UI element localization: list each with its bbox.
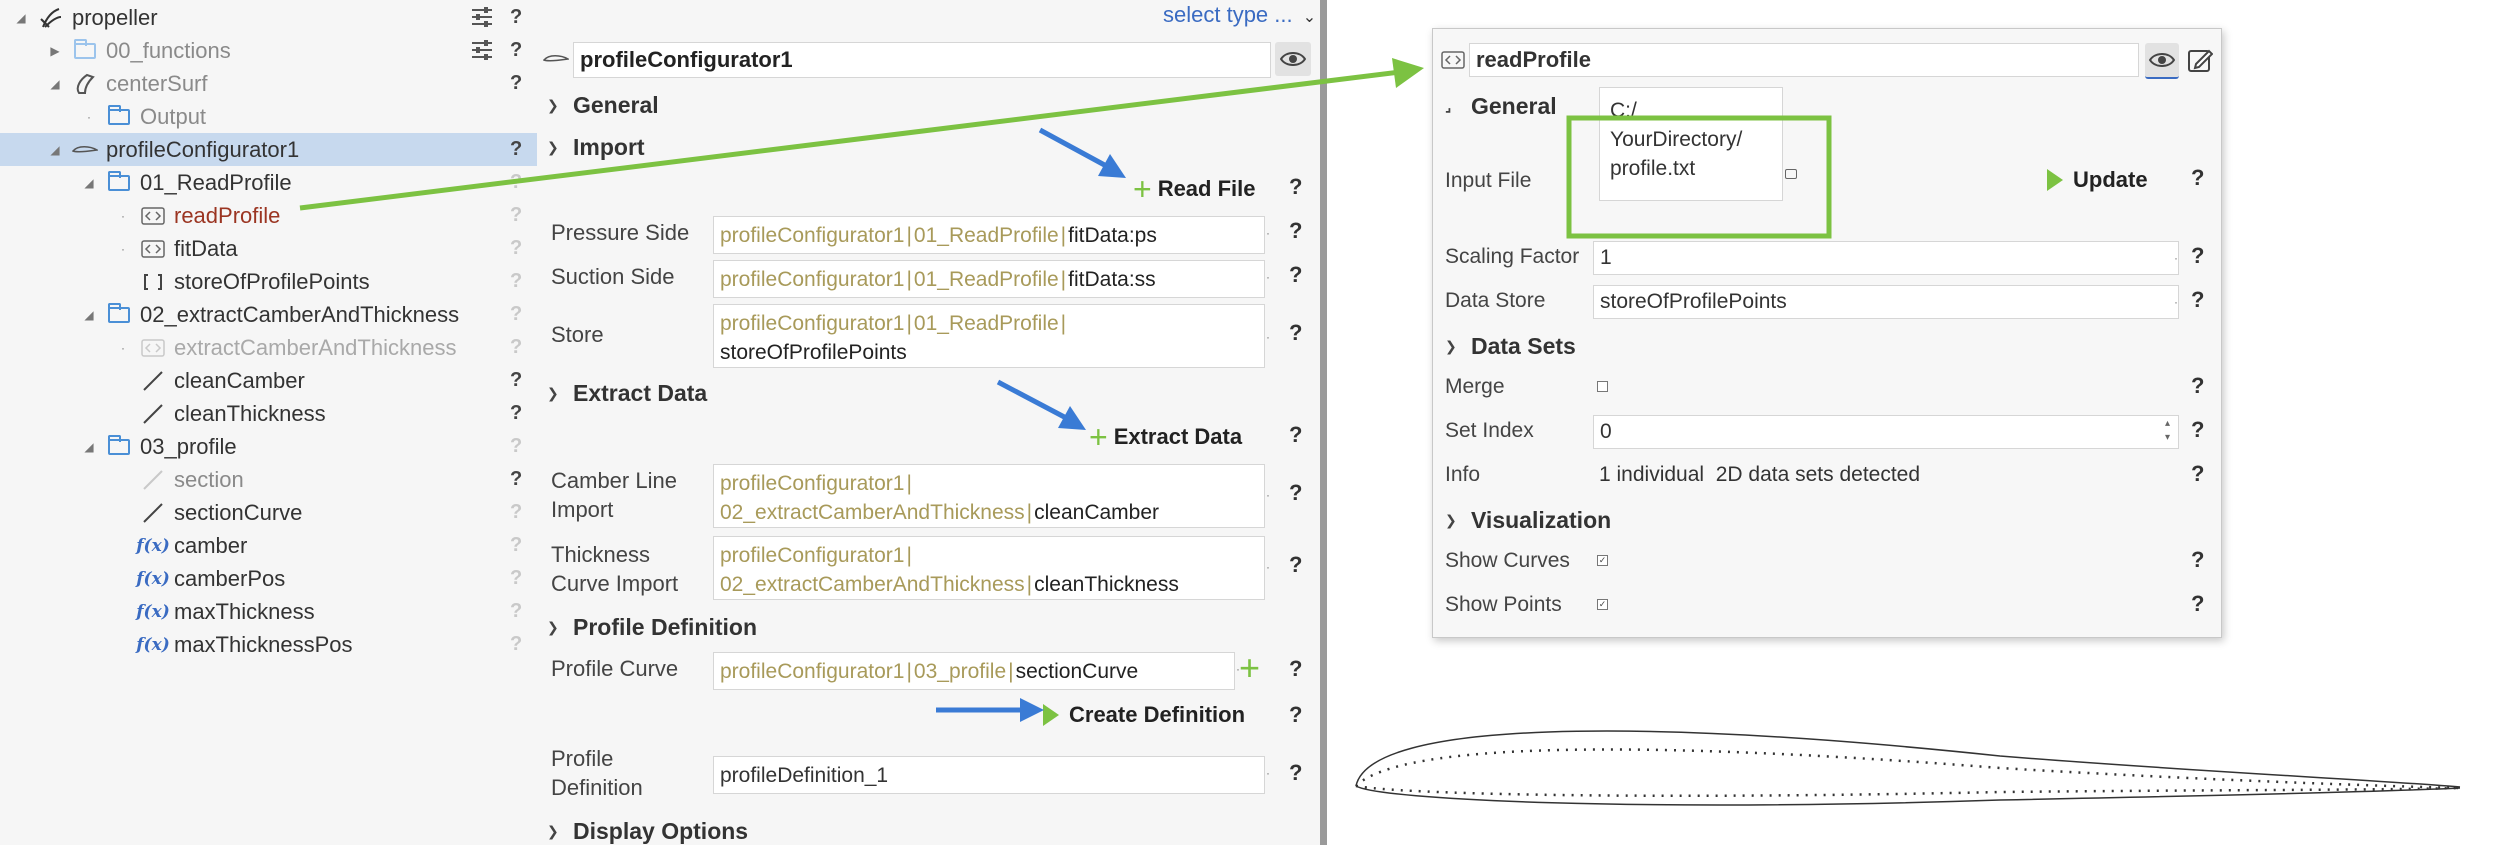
green-arrow [299, 69, 1401, 211]
annotation-overlay [299, 58, 2461, 806]
blue-arrow-extract-data [996, 379, 1072, 423]
blue-arrow-head [1020, 698, 1044, 722]
green-arrow-head [1392, 58, 1424, 88]
airfoil-preview [1355, 730, 2461, 806]
highlight-box [1566, 115, 1832, 239]
blue-arrow-read-file [1038, 127, 1112, 171]
